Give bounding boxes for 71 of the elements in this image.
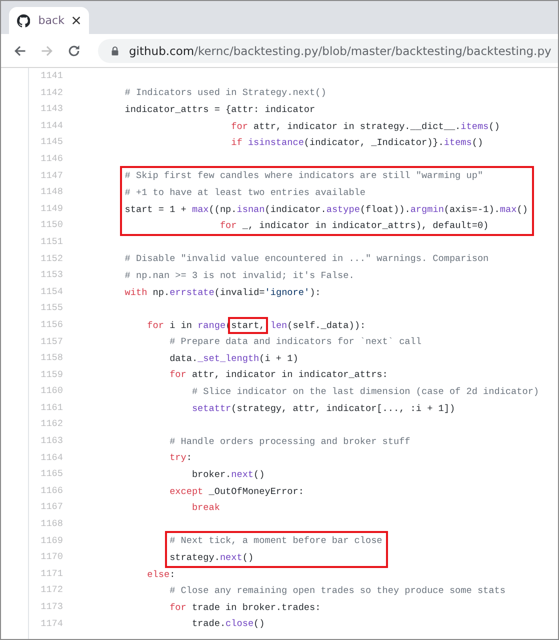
code-line: # Prepare data and indicators for `next` call <box>168 336 422 348</box>
code-line: data._set_length(i + 1) <box>168 352 298 364</box>
line-number: 1156 <box>40 318 63 332</box>
code-line: # +1 to have at least two entries available <box>124 186 366 198</box>
code-line: broker.next() <box>190 469 265 480</box>
line-number: 1162 <box>40 417 63 432</box>
line-number: 1160 <box>40 384 63 398</box>
code-line: indicator_attrs = {attr: indicator <box>124 104 316 115</box>
code-line: else: <box>146 568 176 580</box>
code-line: # Indicators used in Strategy.next() <box>124 87 326 98</box>
code-line: try: <box>168 452 192 464</box>
line-number: 1141 <box>40 69 63 83</box>
line-number: 1151 <box>40 234 63 249</box>
code-line: # Next tick, a moment before bar close <box>170 535 382 546</box>
code-line: setattr(strategy, attr, indicator[..., :i + 1]) <box>190 402 456 414</box>
code-line: for attr, indicator in strategy.__dict__.items() <box>230 120 500 132</box>
line-number: 1147 <box>40 168 63 183</box>
highlight-frame: start, <box>231 320 265 331</box>
line-number: 1146 <box>40 152 63 166</box>
browser-tab[interactable]: back <box>9 7 89 34</box>
line-number: 1163 <box>40 434 63 448</box>
code-line: break <box>190 502 220 514</box>
line-number: 1165 <box>40 467 63 482</box>
line-number: 1143 <box>40 102 63 116</box>
line-number: 1155 <box>40 301 63 316</box>
line-number: 1144 <box>40 118 63 133</box>
line-number: 1154 <box>40 284 63 299</box>
lock-icon <box>111 46 119 56</box>
line-number: 1149 <box>40 202 63 216</box>
line-number: 1161 <box>40 400 63 415</box>
line-number: 1171 <box>40 566 63 581</box>
tab-title: back <box>38 14 64 27</box>
code-line: # Skip first few candles where indicators are still "warming up" <box>124 170 484 182</box>
code-line: with np.errstate(invalid='ignore'): <box>124 286 321 298</box>
code-line: strategy.next() <box>170 552 254 564</box>
line-number: 1148 <box>40 185 63 200</box>
address-bar[interactable]: github.com/kernc/backtesting.py/blob/master/backtesting/backtesting.py <box>98 38 558 62</box>
line-number: 1173 <box>40 600 63 614</box>
code-line: # Slice indicator on the last dimension (case of 2d indicator) <box>190 386 540 398</box>
line-number: 1167 <box>40 500 63 514</box>
line-number: 1169 <box>40 534 63 548</box>
line-number: 1166 <box>40 484 63 498</box>
code-line: for trade in broker.trades: <box>168 602 321 613</box>
line-number: 1145 <box>40 135 63 150</box>
code-line: except _OutOfMoneyError: <box>168 486 304 497</box>
code-line: # Handle orders processing and broker stuff <box>168 436 410 447</box>
code-line: # np.nan >= 3 is not invalid; it's False. <box>124 270 354 281</box>
url-text: github.com/kernc/backtesting.py/blob/master/backtesting/backtesting.py <box>129 44 552 58</box>
code-line: # Close any remaining open trades so they produce some stats <box>168 585 506 596</box>
code-line: for attr, indicator in indicator_attrs: <box>168 369 388 380</box>
line-number: 1159 <box>40 368 63 382</box>
close-icon[interactable] <box>72 16 81 25</box>
line-number: 1170 <box>40 550 63 564</box>
line-number: 1164 <box>40 450 63 465</box>
line-number: 1153 <box>40 268 63 282</box>
code-line: start = 1 + max((np.isnan(indicator.astype(float)).argmin(axis=-1).max() <box>124 204 528 215</box>
code-line: for _, indicator in indicator_attrs), default=0) <box>218 220 489 232</box>
reload-button[interactable] <box>67 44 81 58</box>
line-number: 1168 <box>40 517 63 532</box>
line-number: 1174 <box>40 616 63 631</box>
code-line: if isinstance(indicator, _Indicator)}.items() <box>230 137 484 148</box>
line-number: 1142 <box>40 86 63 100</box>
back-button[interactable] <box>13 44 27 58</box>
line-number: 1152 <box>40 252 63 266</box>
github-logo-icon <box>17 14 30 28</box>
line-number: 1157 <box>40 334 63 348</box>
code-line: trade.close() <box>190 618 265 630</box>
code-line: # Disable "invalid value encountered in ..." warnings. Comparison <box>124 253 489 264</box>
line-number: 1150 <box>40 218 63 232</box>
line-number: 1158 <box>40 351 63 366</box>
line-number: 1172 <box>40 583 63 598</box>
